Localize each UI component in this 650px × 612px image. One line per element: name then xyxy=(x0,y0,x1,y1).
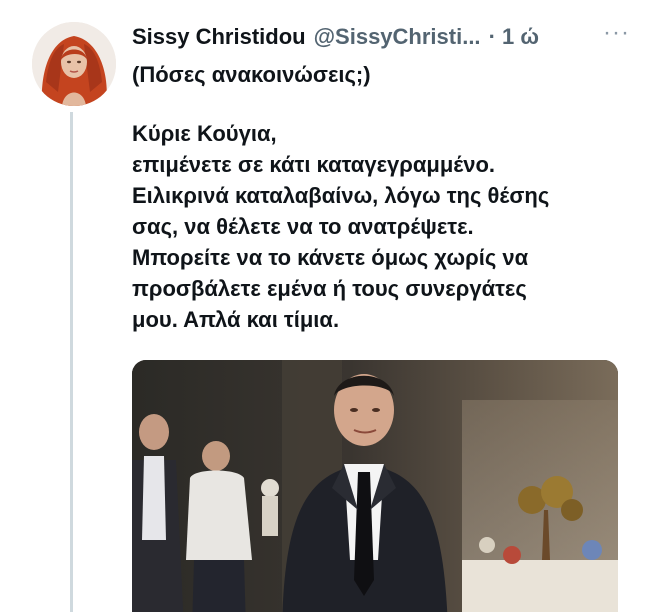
tweet-text-line: Κύριε Κούγια, xyxy=(132,121,277,146)
tweet-photo[interactable] xyxy=(132,360,618,612)
tweet-text-line: Ειλικρινά καταλαβαίνω, λόγω της θέσης xyxy=(132,183,550,208)
tweet-header: Sissy Christidou @SissyChristi... · 1 ώ … xyxy=(132,21,630,53)
tweet-text-line: σας, να θέλετε να το ανατρέψετε. xyxy=(132,214,474,239)
tweet-text-line: προσβάλετε εμένα ή τους συνεργάτες xyxy=(132,276,527,301)
avatar[interactable] xyxy=(32,22,116,106)
tweet-text-line: μου. Απλά και τίμια. xyxy=(132,307,340,332)
tweet-body: Κύριε Κούγια, επιμένετε σε κάτι καταγεγρ… xyxy=(132,118,632,335)
tweet[interactable]: Sissy Christidou @SissyChristi... · 1 ώ … xyxy=(0,0,650,612)
tweet-text-line: επιμένετε σε κάτι καταγεγραμμένο. xyxy=(132,152,496,177)
more-horizontal-icon[interactable]: ··· xyxy=(603,21,630,53)
thread-line xyxy=(70,112,73,612)
author-name[interactable]: Sissy Christidou xyxy=(132,24,306,50)
timestamp[interactable]: · 1 ώ xyxy=(489,24,539,50)
author-handle[interactable]: @SissyChristi... xyxy=(314,24,481,50)
tweet-text-line: Μπορείτε να το κάνετε όμως χωρίς να xyxy=(132,245,529,270)
replying-context: (Πόσες ανακοινώσεις;) xyxy=(132,62,371,87)
